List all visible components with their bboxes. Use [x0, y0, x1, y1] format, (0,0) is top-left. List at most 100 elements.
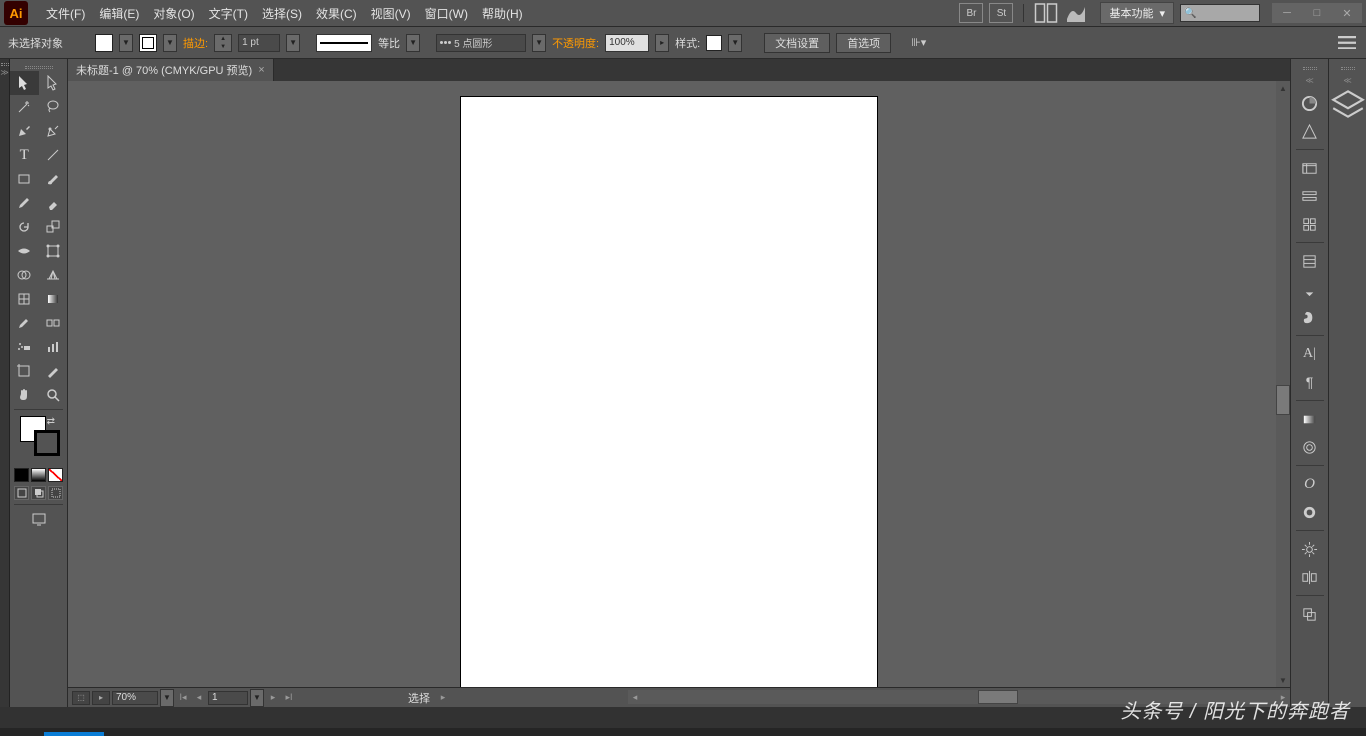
blend-tool[interactable] [39, 311, 68, 335]
pen-tool[interactable] [10, 119, 39, 143]
rotate-tool[interactable] [10, 215, 39, 239]
maximize-button[interactable]: □ [1302, 3, 1332, 23]
gpu-icon[interactable] [1064, 3, 1088, 23]
brush-definition[interactable]: 5 点圆形 [436, 34, 526, 52]
opacity-dropdown[interactable]: ▸ [655, 34, 669, 52]
vertical-scrollbar[interactable]: ▲ ▼ [1276, 81, 1290, 687]
mesh-tool[interactable] [10, 287, 39, 311]
menu-edit[interactable]: 编辑(E) [99, 5, 139, 22]
menu-type[interactable]: 文字(T) [209, 5, 248, 22]
canvas[interactable]: ▲ ▼ [68, 81, 1290, 687]
transform-panel-icon[interactable] [1291, 600, 1329, 628]
first-artboard-button[interactable]: I◂ [176, 691, 190, 705]
stroke-weight-dropdown[interactable]: ▼ [286, 34, 300, 52]
free-transform-tool[interactable] [39, 239, 68, 263]
artboard-number-input[interactable]: 1 [208, 691, 248, 705]
zoom-level-input[interactable]: 70% [112, 691, 158, 705]
preferences-button[interactable]: 首选项 [836, 33, 891, 53]
opacity-input[interactable]: 100% [605, 34, 649, 52]
minimize-button[interactable]: ─ [1272, 3, 1302, 23]
menu-select[interactable]: 选择(S) [262, 5, 302, 22]
stroke-weight-input[interactable]: 1 pt [238, 34, 280, 52]
color-panel-icon[interactable] [1291, 89, 1329, 117]
italic-o-icon[interactable]: O [1291, 470, 1329, 498]
control-menu-icon[interactable] [1338, 36, 1356, 50]
color-gradient[interactable] [31, 468, 46, 482]
scroll-left-icon[interactable]: ◂ [628, 690, 642, 704]
toolbox-collapse-strip[interactable]: ≫ [0, 59, 10, 707]
close-button[interactable]: ✕ [1332, 3, 1362, 23]
magic-wand-tool[interactable] [10, 95, 39, 119]
graphic-style-swatch[interactable] [706, 35, 722, 51]
graphic-styles-panel-icon[interactable] [1291, 433, 1329, 461]
dock-grip[interactable] [1303, 67, 1317, 70]
type-tool[interactable]: T [10, 143, 39, 167]
line-tool[interactable] [39, 143, 68, 167]
curvature-tool[interactable] [39, 119, 68, 143]
zoom-dropdown[interactable]: ▼ [160, 689, 174, 707]
symbols-panel-icon[interactable] [1291, 210, 1329, 238]
color-none[interactable] [48, 468, 63, 482]
character-panel-icon[interactable]: A| [1291, 340, 1329, 368]
menu-file[interactable]: 文件(F) [46, 5, 85, 22]
hand-tool[interactable] [10, 383, 39, 407]
close-tab-icon[interactable]: × [258, 64, 264, 76]
document-setup-button[interactable]: 文档设置 [764, 33, 830, 53]
artboard-dropdown[interactable]: ▼ [250, 689, 264, 707]
workspace-switcher[interactable]: 基本功能 ▾ [1100, 2, 1174, 24]
toolbox-grip[interactable] [10, 63, 67, 71]
swap-fill-stroke-icon[interactable]: ⇄ [47, 416, 55, 427]
draw-behind[interactable] [31, 486, 46, 500]
arrange-docs-icon[interactable] [1034, 3, 1058, 23]
next-artboard-button[interactable]: ▸ [266, 691, 280, 705]
collapse-dock-icon[interactable]: ≪ [1305, 76, 1313, 85]
stroke-swatch[interactable] [139, 34, 157, 52]
status-menu-icon[interactable]: ▸ [436, 691, 450, 705]
width-tool[interactable] [10, 239, 39, 263]
stock-icon[interactable]: St [989, 3, 1013, 23]
menu-help[interactable]: 帮助(H) [482, 5, 523, 22]
menu-view[interactable]: 视图(V) [371, 5, 411, 22]
stroke-dropdown[interactable]: ▼ [163, 34, 177, 52]
search-input[interactable]: 🔍 [1180, 4, 1260, 22]
direct-selection-tool[interactable] [39, 71, 68, 95]
selection-tool[interactable] [10, 71, 39, 95]
last-artboard-button[interactable]: ▸I [282, 691, 296, 705]
fill-stroke-control[interactable]: ⇄ [16, 416, 61, 464]
stroke-panel-icon[interactable] [1291, 247, 1329, 275]
brush-dropdown[interactable]: ▼ [532, 34, 546, 52]
fill-swatch[interactable] [95, 34, 113, 52]
perspective-grid-tool[interactable] [39, 263, 68, 287]
prev-artboard-button[interactable]: ◂ [192, 691, 206, 705]
document-tab[interactable]: 未标题-1 @ 70% (CMYK/GPU 预览) × [68, 59, 274, 81]
eyedropper-tool[interactable] [10, 311, 39, 335]
cc-libraries-panel-icon[interactable] [1291, 498, 1329, 526]
horizontal-scroll-thumb[interactable] [978, 690, 1018, 704]
brushes-panel-icon[interactable] [1291, 182, 1329, 210]
color-guide-panel-icon[interactable] [1291, 117, 1329, 145]
eraser-tool[interactable] [39, 191, 68, 215]
pencil-tool[interactable] [10, 191, 39, 215]
stroke-stepper[interactable]: ▲▼ [214, 34, 232, 52]
align-to-icon[interactable]: ⊪▾ [911, 34, 935, 52]
slice-tool[interactable] [39, 359, 68, 383]
stroke-style-preview[interactable] [316, 34, 372, 52]
sb-gpu-icon[interactable]: ▸ [92, 691, 110, 705]
stroke-color[interactable] [34, 430, 60, 456]
gradient-panel-icon[interactable] [1291, 275, 1329, 303]
transparency-panel-icon[interactable] [1291, 303, 1329, 331]
screen-mode-button[interactable] [10, 507, 67, 531]
rectangle-tool[interactable] [10, 167, 39, 191]
style-dropdown[interactable]: ▼ [728, 34, 742, 52]
bridge-icon[interactable]: Br [959, 3, 983, 23]
scroll-down-icon[interactable]: ▼ [1276, 673, 1290, 687]
scroll-up-icon[interactable]: ▲ [1276, 81, 1290, 95]
sun-icon[interactable] [1291, 535, 1329, 563]
artboard-tool[interactable] [10, 359, 39, 383]
draw-normal[interactable] [14, 486, 29, 500]
align-panel-icon[interactable] [1291, 563, 1329, 591]
menu-object[interactable]: 对象(O) [153, 5, 194, 22]
color-solid[interactable] [14, 468, 29, 482]
layers-panel-icon[interactable] [1329, 89, 1366, 119]
shape-builder-tool[interactable] [10, 263, 39, 287]
